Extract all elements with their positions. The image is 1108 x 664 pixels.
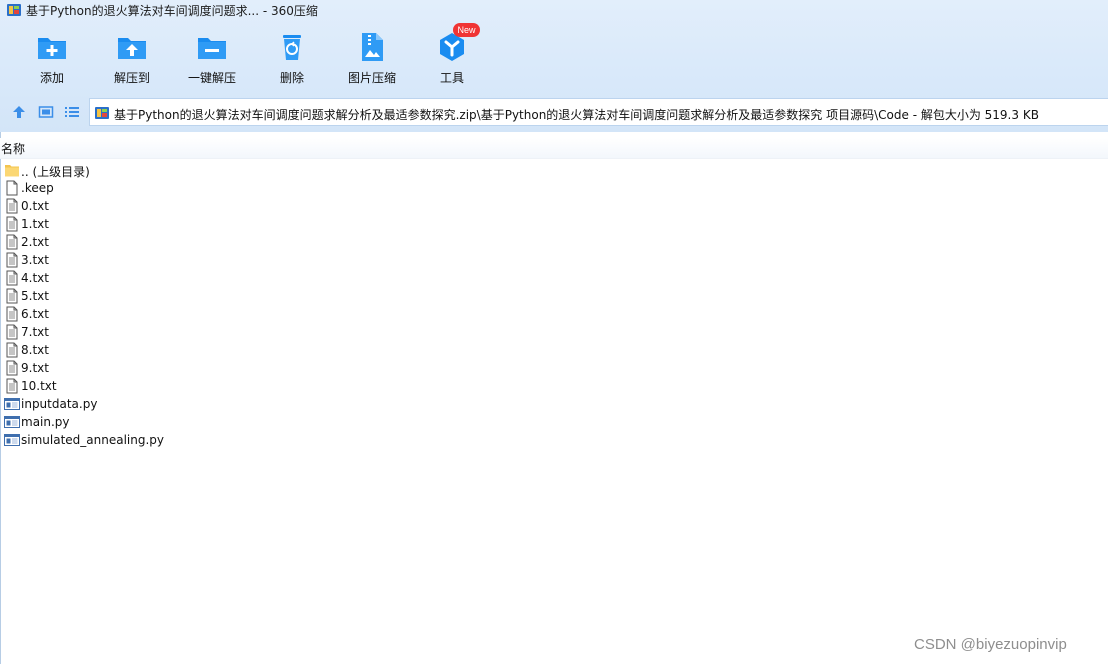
title-bar: 基于Python的退火算法对车间调度问题求... - 360压缩 (0, 0, 1108, 20)
app-logo-icon (7, 4, 21, 16)
text-file-icon (4, 324, 20, 340)
file-name: simulated_annealing.py (21, 433, 164, 447)
list-view-icon[interactable] (64, 104, 80, 120)
window-title: 基于Python的退火算法对车间调度问题求... - 360压缩 (26, 4, 318, 18)
python-file-icon (4, 414, 20, 430)
navigation-row: 基于Python的退火算法对车间调度问题求解分析及最适参数探究.zip\基于Py… (0, 98, 1108, 128)
blank-file-icon (4, 180, 20, 196)
python-file-icon (4, 396, 20, 412)
archive-icon (95, 107, 109, 119)
folder-icon (4, 162, 20, 178)
up-arrow-icon[interactable] (11, 104, 27, 120)
image-compress-label: 图片压缩 (347, 71, 396, 85)
file-row[interactable]: 3.txt (0, 251, 600, 269)
text-file-icon (4, 306, 20, 322)
text-file-icon (4, 288, 20, 304)
text-file-icon (4, 234, 20, 250)
file-row[interactable]: 2.txt (0, 233, 600, 251)
add-button[interactable]: 添加 (12, 28, 92, 90)
parent-directory-row[interactable]: .. (上级目录) (0, 161, 600, 179)
new-badge: New (453, 23, 480, 37)
image-compress-icon (362, 33, 383, 61)
file-name: .. (上级目录) (21, 165, 90, 179)
add-label: 添加 (39, 71, 64, 85)
file-name: 6.txt (21, 307, 49, 321)
column-header: 名称 (0, 138, 1108, 159)
file-name: 3.txt (21, 253, 49, 267)
file-row[interactable]: 1.txt (0, 215, 600, 233)
file-row[interactable]: 10.txt (0, 377, 600, 395)
one-click-extract-icon (198, 38, 226, 59)
file-row[interactable]: 6.txt (0, 305, 600, 323)
column-name-header[interactable]: 名称 (1, 140, 25, 157)
file-row[interactable]: simulated_annealing.py (0, 431, 600, 449)
file-row[interactable]: 5.txt (0, 287, 600, 305)
text-file-icon (4, 270, 20, 286)
thumbnail-view-icon[interactable] (38, 104, 54, 120)
file-row[interactable]: 9.txt (0, 359, 600, 377)
text-file-icon (4, 216, 20, 232)
top-chrome: 基于Python的退火算法对车间调度问题求... - 360压缩 添加 解压到 (0, 0, 1108, 132)
file-row[interactable]: 7.txt (0, 323, 600, 341)
file-row[interactable]: main.py (0, 413, 600, 431)
file-name: 10.txt (21, 379, 57, 393)
file-row[interactable]: 0.txt (0, 197, 600, 215)
extract-to-icon (118, 38, 146, 59)
file-row[interactable]: 8.txt (0, 341, 600, 359)
tools-label: 工具 (439, 71, 464, 85)
text-file-icon (4, 252, 20, 268)
file-name: 1.txt (21, 217, 49, 231)
text-file-icon (4, 378, 20, 394)
file-row[interactable]: 4.txt (0, 269, 600, 287)
image-compress-button[interactable]: 图片压缩 (332, 28, 412, 90)
extract-to-label: 解压到 (113, 71, 150, 85)
text-file-icon (4, 360, 20, 376)
one-click-extract-label: 一键解压 (187, 71, 236, 85)
file-name: 9.txt (21, 361, 49, 375)
file-name: 8.txt (21, 343, 49, 357)
delete-label: 删除 (279, 71, 304, 85)
file-name: inputdata.py (21, 397, 98, 411)
text-file-icon (4, 342, 20, 358)
file-name: 2.txt (21, 235, 49, 249)
path-text: 基于Python的退火算法对车间调度问题求解分析及最适参数探究.zip\基于Py… (114, 108, 1039, 122)
file-name: 4.txt (21, 271, 49, 285)
delete-button[interactable]: 删除 (252, 28, 332, 90)
python-file-icon (4, 432, 20, 448)
watermark: CSDN @biyezuopinvip (914, 636, 1067, 653)
file-row[interactable]: inputdata.py (0, 395, 600, 413)
file-name: main.py (21, 415, 70, 429)
add-icon (38, 38, 66, 59)
path-bar[interactable]: 基于Python的退火算法对车间调度问题求解分析及最适参数探究.zip\基于Py… (89, 98, 1108, 126)
file-list: .. (上级目录) .keep 0.txt 1.txt 2.txt 3.txt 4.txt 5… (0, 161, 600, 449)
extract-to-button[interactable]: 解压到 (92, 28, 172, 90)
file-name: .keep (21, 181, 54, 195)
one-click-extract-button[interactable]: 一键解压 (172, 28, 252, 90)
tools-button[interactable]: 工具 (412, 28, 492, 90)
file-name: 7.txt (21, 325, 49, 339)
toolbar: 添加 解压到 一键解压 删除 图片压缩 工具 New (0, 23, 560, 90)
file-name: 5.txt (21, 289, 49, 303)
file-row[interactable]: .keep (0, 179, 600, 197)
text-file-icon (4, 198, 20, 214)
file-name: 0.txt (21, 199, 49, 213)
delete-icon (283, 35, 301, 60)
